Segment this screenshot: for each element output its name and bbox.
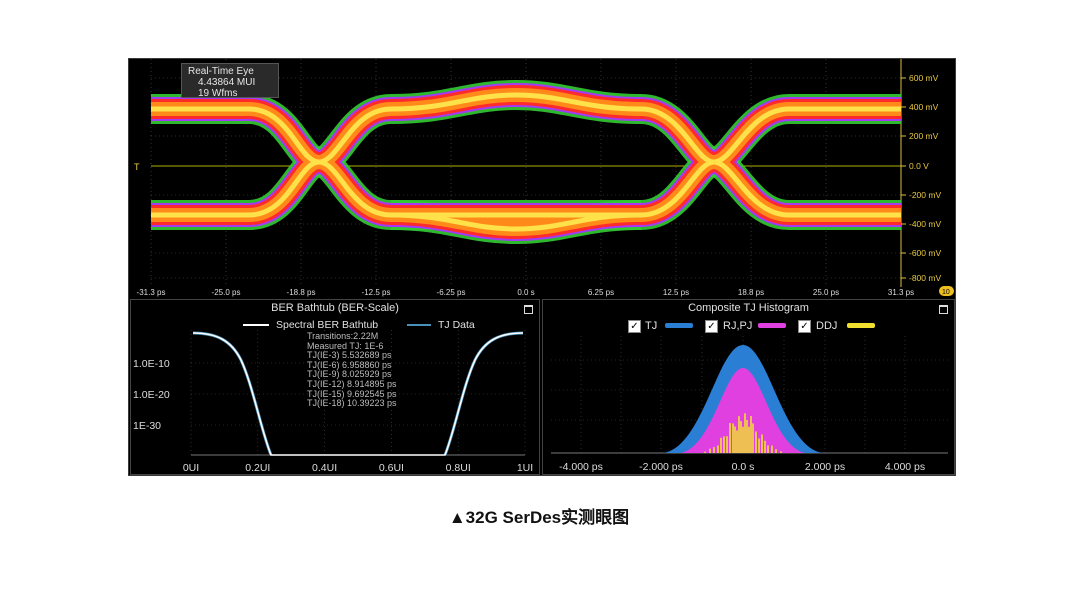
- scope-display: -31.3 ps -25.0 ps -18.8 ps -12.5 ps -6.25 ps…: [128, 58, 956, 476]
- bathtub-x-tick-label: 0.4UI: [312, 462, 337, 474]
- eye-y-tick-label: -200 mV: [909, 190, 941, 200]
- eye-y-tick-label: -800 mV: [909, 273, 941, 283]
- eye-diagram: -31.3 ps -25.0 ps -18.8 ps -12.5 ps -6.25 ps…: [129, 59, 957, 300]
- histogram-x-tick-label: 2.000 ps: [805, 461, 845, 473]
- ber-bathtub-panel: BER Bathtub (BER-Scale) Spectral BER Bat…: [130, 299, 540, 475]
- bathtub-y-tick-label: 1.0E-10: [133, 358, 170, 370]
- eye-info-waveforms: 19 Wfms: [198, 88, 238, 99]
- trigger-marker-left[interactable]: T: [134, 162, 140, 172]
- eye-x-tick-label: -6.25 ps: [437, 288, 466, 297]
- bathtub-y-tick-label: 1.0E-20: [133, 389, 170, 401]
- bathtub-legend-tj: TJ Data: [438, 319, 475, 331]
- eye-x-tick-label: 18.8 ps: [738, 288, 764, 297]
- eye-info-box: Real-Time Eye 4.43864 MUI 19 Wfms: [181, 63, 279, 99]
- bathtub-stats: Transitions:2.22M Measured TJ: 1E-6 TJ(I…: [307, 331, 397, 409]
- histogram-shapes: [663, 345, 823, 453]
- eye-x-tick-label: 12.5 ps: [663, 288, 689, 297]
- bathtub-legend-spectral: Spectral BER Bathtub: [276, 319, 378, 331]
- bathtub-x-tick-label: 0.6UI: [379, 462, 404, 474]
- histogram-x-tick-label: -2.000 ps: [639, 461, 683, 473]
- eye-x-tick-label: -31.3 ps: [137, 288, 166, 297]
- eye-y-tick-label: 600 mV: [909, 73, 939, 83]
- eye-x-tick-label: 25.0 ps: [813, 288, 839, 297]
- eye-y-tick-label: 200 mV: [909, 131, 939, 141]
- eye-y-tick-label: -400 mV: [909, 219, 941, 229]
- scale-marker-right[interactable]: 10: [942, 289, 950, 296]
- eye-y-ticks: 600 mV 400 mV 200 mV 0.0 V -200 mV -400 mV -60…: [909, 73, 941, 283]
- eye-x-tick-label: 31.3 ps: [888, 288, 914, 297]
- eye-info-title: Real-Time Eye: [188, 66, 254, 77]
- eye-x-tick-label: -18.8 ps: [287, 288, 316, 297]
- bathtub-x-tick-label: 0UI: [183, 462, 199, 474]
- bathtub-y-ticks: 1.0E-10 1.0E-20 1E-30: [133, 358, 170, 432]
- eye-x-tick-label: -25.0 ps: [212, 288, 241, 297]
- eye-x-ticks: -31.3 ps -25.0 ps -18.8 ps -12.5 ps -6.25 ps…: [137, 288, 915, 297]
- tj-histogram-panel: Composite TJ Histogram ✓ TJ ✓ RJ,PJ ✓ DD…: [542, 299, 955, 475]
- bathtub-x-tick-label: 1UI: [517, 462, 533, 474]
- histogram-plot: -4.000 ps -2.000 ps 0.0 s 2.000 ps 4.000 ps: [551, 336, 948, 473]
- histogram-x-ticks: -4.000 ps -2.000 ps 0.0 s 2.000 ps 4.000 ps: [559, 461, 925, 473]
- bathtub-x-ticks: 0UI 0.2UI 0.4UI 0.6UI 0.8UI 1UI: [183, 462, 533, 474]
- eye-info-mui: 4.43864 MUI: [198, 77, 256, 88]
- histogram-x-tick-label: -4.000 ps: [559, 461, 603, 473]
- eye-y-tick-label: -600 mV: [909, 248, 941, 258]
- bathtub-stat-tj-1e18: TJ(IE-18) 10.39223 ps: [307, 398, 397, 409]
- eye-y-tick-label: 0.0 V: [909, 161, 929, 171]
- eye-x-tick-label: 0.0 s: [517, 288, 534, 297]
- eye-y-tick-label: 400 mV: [909, 102, 939, 112]
- bathtub-x-tick-label: 0.8UI: [446, 462, 471, 474]
- eye-x-tick-label: -12.5 ps: [362, 288, 391, 297]
- bathtub-y-tick-label: 1E-30: [133, 420, 161, 432]
- eye-x-tick-label: 6.25 ps: [588, 288, 614, 297]
- histogram-x-tick-label: 4.000 ps: [885, 461, 925, 473]
- histogram-x-tick-label: 0.0 s: [732, 461, 755, 473]
- bathtub-x-tick-label: 0.2UI: [245, 462, 270, 474]
- figure-caption: ▲32G SerDes实测眼图: [448, 508, 630, 527]
